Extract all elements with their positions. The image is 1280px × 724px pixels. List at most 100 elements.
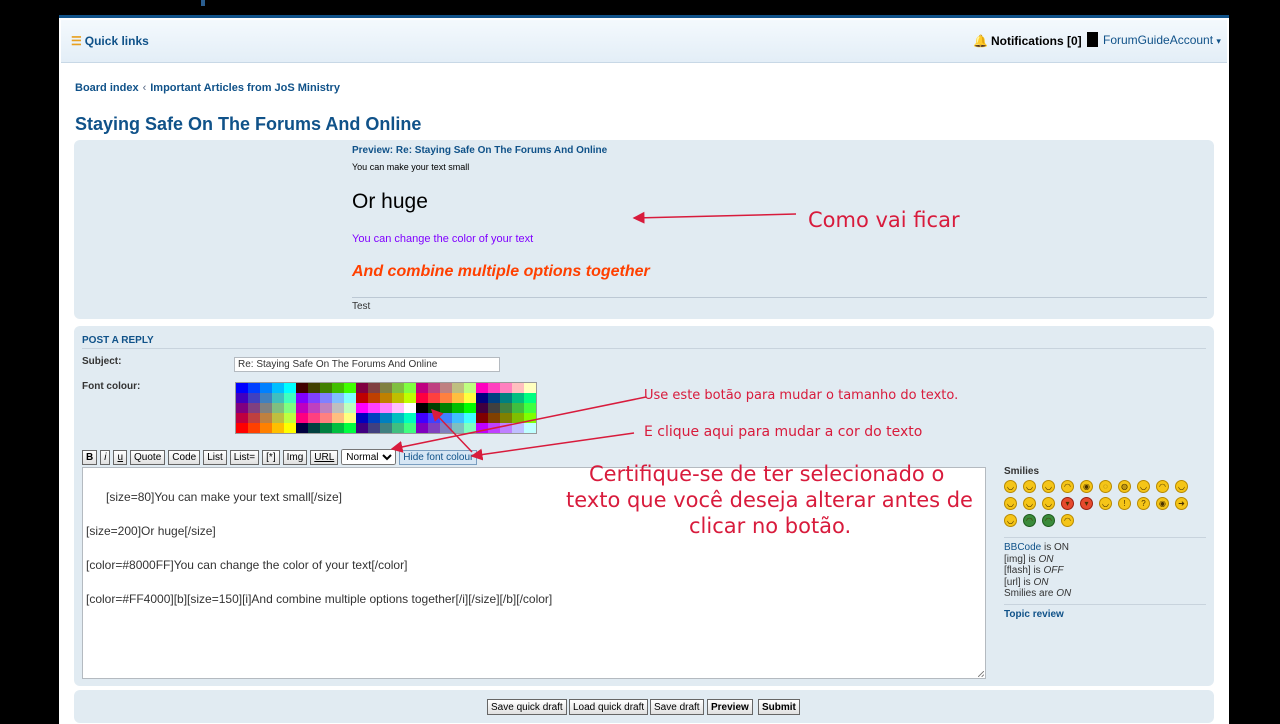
quick-links-button[interactable]: ☰ Quick links (71, 34, 149, 48)
smiley-icon[interactable]: ◡ (1004, 497, 1017, 510)
italic-button[interactable]: i (100, 449, 111, 465)
colour-swatch[interactable] (512, 413, 524, 423)
colour-swatch[interactable] (476, 403, 488, 413)
smiley-icon[interactable]: ! (1118, 497, 1131, 510)
smiley-icon[interactable]: ◍ (1118, 480, 1131, 493)
bbcode-link[interactable]: BBCode (1004, 542, 1041, 553)
colour-swatch[interactable] (488, 383, 500, 393)
colour-swatch[interactable] (380, 393, 392, 403)
colour-swatch[interactable] (416, 393, 428, 403)
list-button[interactable]: List (203, 449, 227, 465)
colour-swatch[interactable] (344, 423, 356, 433)
img-button[interactable]: Img (282, 449, 308, 465)
colour-swatch[interactable] (452, 383, 464, 393)
colour-swatch[interactable] (248, 413, 260, 423)
colour-swatch[interactable] (488, 403, 500, 413)
colour-swatch[interactable] (248, 383, 260, 393)
colour-swatch[interactable] (332, 413, 344, 423)
colour-swatch[interactable] (500, 403, 512, 413)
colour-swatch[interactable] (344, 413, 356, 423)
smiley-icon[interactable]: ◠ (1042, 514, 1055, 527)
colour-swatch[interactable] (452, 403, 464, 413)
colour-swatch[interactable] (440, 403, 452, 413)
colour-swatch[interactable] (344, 393, 356, 403)
colour-swatch[interactable] (404, 383, 416, 393)
colour-swatch[interactable] (428, 403, 440, 413)
colour-swatch[interactable] (296, 423, 308, 433)
smiley-icon[interactable]: ◠ (1061, 480, 1074, 493)
colour-swatch[interactable] (500, 393, 512, 403)
colour-swatch[interactable] (296, 413, 308, 423)
colour-swatch[interactable] (476, 383, 488, 393)
colour-swatch[interactable] (344, 383, 356, 393)
colour-swatch[interactable] (308, 403, 320, 413)
colour-swatch[interactable] (248, 393, 260, 403)
colour-swatch[interactable] (392, 413, 404, 423)
colour-swatch[interactable] (320, 383, 332, 393)
smiley-icon[interactable]: ◡ (1004, 480, 1017, 493)
smiley-icon[interactable]: ◡ (1042, 497, 1055, 510)
colour-swatch[interactable] (368, 393, 380, 403)
colour-swatch[interactable] (236, 423, 248, 433)
smiley-icon[interactable]: ▾ (1061, 497, 1074, 510)
colour-swatch[interactable] (380, 383, 392, 393)
smiley-icon[interactable]: ▾ (1080, 497, 1093, 510)
colour-swatch[interactable] (356, 383, 368, 393)
smiley-icon[interactable]: ? (1137, 497, 1150, 510)
colour-swatch[interactable] (272, 383, 284, 393)
colour-swatch[interactable] (332, 383, 344, 393)
colour-swatch[interactable] (284, 413, 296, 423)
colour-swatch[interactable] (356, 413, 368, 423)
colour-swatch[interactable] (404, 403, 416, 413)
colour-swatch[interactable] (488, 413, 500, 423)
colour-swatch[interactable] (368, 383, 380, 393)
colour-swatch[interactable] (260, 423, 272, 433)
colour-swatch[interactable] (236, 403, 248, 413)
colour-swatch[interactable] (380, 423, 392, 433)
colour-swatch[interactable] (428, 393, 440, 403)
colour-swatch[interactable] (500, 423, 512, 433)
colour-swatch[interactable] (416, 413, 428, 423)
colour-swatch[interactable] (248, 423, 260, 433)
colour-swatch[interactable] (416, 423, 428, 433)
smiley-icon[interactable]: ◠ (1061, 514, 1074, 527)
colour-swatch[interactable] (452, 393, 464, 403)
smiley-icon[interactable]: ◌ (1099, 480, 1112, 493)
colour-swatch[interactable] (260, 403, 272, 413)
preview-title[interactable]: Preview: Re: Staying Safe On The Forums … (352, 145, 607, 156)
colour-swatch[interactable] (404, 423, 416, 433)
colour-swatch[interactable] (512, 403, 524, 413)
bold-button[interactable]: B (82, 449, 98, 465)
colour-swatch[interactable] (404, 413, 416, 423)
colour-swatch[interactable] (356, 403, 368, 413)
font-size-select[interactable]: Normal (341, 449, 397, 465)
colour-swatch[interactable] (500, 413, 512, 423)
list-item-button[interactable]: [*] (262, 449, 280, 465)
colour-swatch[interactable] (476, 423, 488, 433)
notifications-link[interactable]: 🔔 Notifications [0] (973, 34, 1082, 48)
smiley-icon[interactable]: ◡ (1023, 480, 1036, 493)
colour-swatch[interactable] (332, 393, 344, 403)
colour-swatch[interactable] (272, 403, 284, 413)
subject-input[interactable] (234, 357, 500, 372)
breadcrumb-forum[interactable]: Important Articles from JoS Ministry (150, 82, 340, 94)
colour-swatch[interactable] (356, 423, 368, 433)
colour-swatch[interactable] (452, 423, 464, 433)
colour-swatch[interactable] (524, 413, 536, 423)
colour-swatch[interactable] (272, 413, 284, 423)
load-quick-draft-button[interactable]: Load quick draft (569, 699, 649, 715)
colour-swatch[interactable] (452, 413, 464, 423)
colour-swatch[interactable] (416, 383, 428, 393)
colour-swatch[interactable] (320, 403, 332, 413)
colour-swatch[interactable] (296, 383, 308, 393)
save-draft-button[interactable]: Save draft (650, 699, 704, 715)
colour-swatch[interactable] (344, 403, 356, 413)
colour-swatch[interactable] (308, 393, 320, 403)
ordered-list-button[interactable]: List= (229, 449, 260, 465)
colour-swatch[interactable] (368, 413, 380, 423)
colour-swatch[interactable] (428, 423, 440, 433)
code-button[interactable]: Code (168, 449, 201, 465)
colour-swatch[interactable] (356, 393, 368, 403)
colour-swatch[interactable] (284, 403, 296, 413)
colour-swatch[interactable] (512, 423, 524, 433)
